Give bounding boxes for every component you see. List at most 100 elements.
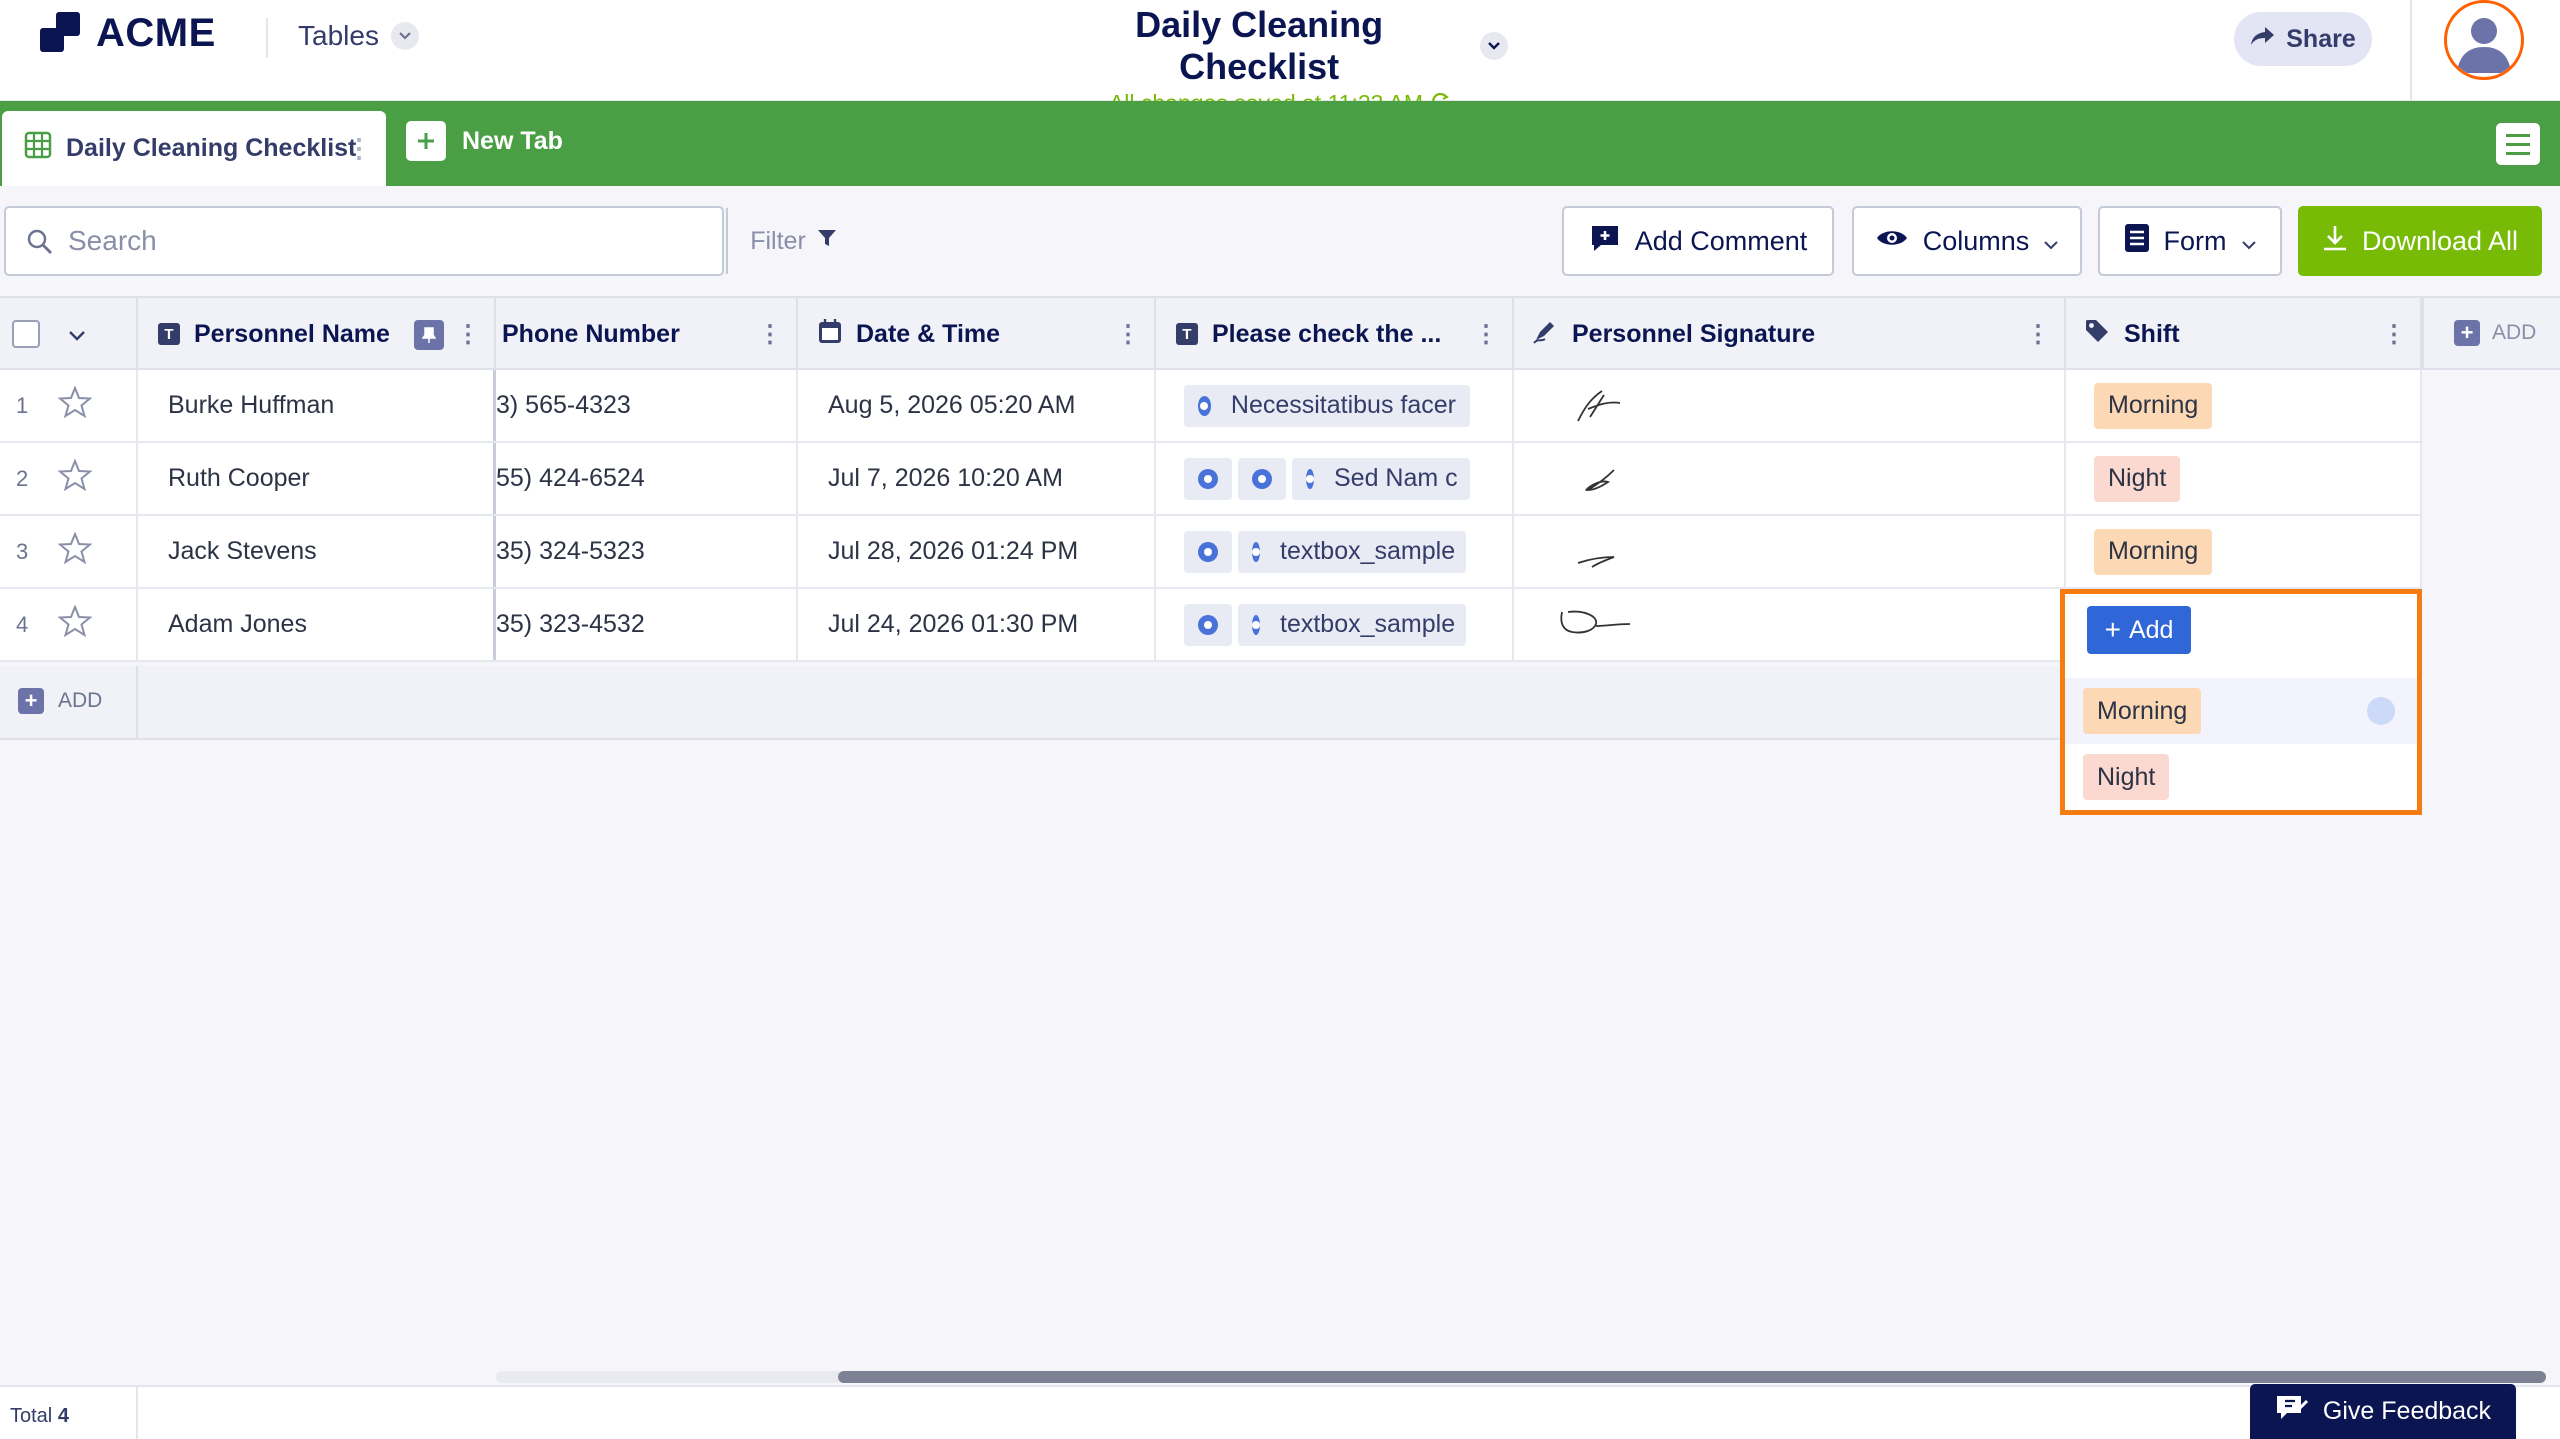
add-option-button[interactable]: + Add — [2087, 606, 2191, 654]
radio-icon — [1198, 395, 1211, 416]
column-menu-icon[interactable]: ⋮ — [2026, 320, 2050, 349]
download-icon — [2322, 224, 2348, 259]
search-input[interactable] — [68, 222, 648, 260]
chevron-down-icon — [390, 22, 419, 50]
logo-mark-icon — [40, 10, 86, 56]
form-chevron-down-icon — [2241, 226, 2257, 257]
check-chip — [1238, 457, 1286, 500]
add-column-label: ADD — [2492, 321, 2537, 344]
download-all-button[interactable]: Download All — [2298, 206, 2542, 276]
column-menu-icon[interactable]: ⋮ — [2382, 320, 2406, 349]
title-chevron-down-icon[interactable] — [1480, 32, 1508, 60]
tab-daily-cleaning-checklist[interactable]: Daily Cleaning Checklist ⋮ — [2, 111, 386, 186]
signature-image — [1577, 555, 1615, 568]
column-menu-icon[interactable]: ⋮ — [1116, 320, 1140, 349]
column-header-personnel-signature[interactable]: Personnel Signature ⋮ — [1514, 298, 2066, 370]
column-menu-icon[interactable]: ⋮ — [1474, 320, 1498, 349]
option-radio[interactable] — [2367, 697, 2395, 725]
cell-personnel-name[interactable]: Adam Jones — [138, 589, 496, 660]
cell-phone[interactable]: 3) 565-4323 — [496, 370, 798, 441]
row-number: 4 — [16, 611, 29, 637]
tab-options-icon[interactable]: ⋮ — [346, 133, 372, 164]
table-row[interactable]: 4 Adam Jones 35) 323-4532 Jul 24, 2026 0… — [0, 589, 2422, 662]
star-icon[interactable] — [57, 385, 93, 425]
cell-phone[interactable]: 55) 424-6524 — [496, 443, 798, 514]
column-label: Personnel Signature — [1572, 319, 1816, 348]
cell-signature[interactable] — [1514, 516, 2066, 587]
star-icon[interactable] — [57, 458, 93, 498]
column-header-personnel-name[interactable]: T Personnel Name ⋮ — [138, 298, 496, 370]
page-title[interactable]: Daily Cleaning Checklist — [1052, 4, 1466, 88]
columns-button[interactable]: Columns — [1852, 206, 2082, 276]
cell-text: Jul 28, 2026 01:24 PM — [828, 537, 1079, 565]
row-number: 3 — [16, 538, 29, 564]
cell-personnel-name[interactable]: Burke Huffman — [138, 370, 496, 441]
select-all-checkbox[interactable] — [12, 320, 40, 348]
column-header-shift[interactable]: Shift ⋮ — [2066, 298, 2422, 370]
tables-nav-label: Tables — [298, 20, 379, 51]
cell-personnel-name[interactable]: Jack Stevens — [138, 516, 496, 587]
cell-personnel-name[interactable]: Ruth Cooper — [138, 443, 496, 514]
plus-icon: + — [2454, 320, 2480, 346]
new-tab-button[interactable]: New Tab — [406, 121, 563, 161]
cell-signature[interactable] — [1514, 589, 2066, 660]
dropdown-option-night[interactable]: Night — [2065, 744, 2417, 810]
cell-check[interactable]: textbox_sample — [1156, 589, 1514, 660]
add-row-button[interactable]: + ADD — [18, 688, 102, 714]
tab-label: Daily Cleaning Checklist — [66, 134, 357, 162]
cell-date-time[interactable]: Jul 24, 2026 01:30 PM — [798, 589, 1156, 660]
text-type-icon: T — [158, 323, 180, 345]
star-icon[interactable] — [57, 604, 93, 644]
add-column-button[interactable]: + ADD — [2422, 296, 2560, 370]
cell-shift[interactable]: Night — [2066, 443, 2422, 514]
scrollbar-thumb[interactable] — [838, 1371, 2546, 1383]
add-comment-button[interactable]: Add Comment — [1562, 206, 1834, 276]
cell-check[interactable]: Sed Nam c — [1156, 443, 1514, 514]
cell-signature[interactable] — [1514, 370, 2066, 441]
text-type-icon: T — [1176, 323, 1198, 345]
cell-signature[interactable] — [1514, 443, 2066, 514]
table-row[interactable]: 3 Jack Stevens 35) 324-5323 Jul 28, 2026… — [0, 516, 2422, 589]
cell-phone[interactable]: 35) 324-5323 — [496, 516, 798, 587]
tables-nav-dropdown[interactable]: Tables — [298, 20, 419, 52]
column-menu-icon[interactable]: ⋮ — [456, 320, 480, 349]
chip-text: Sed Nam c — [1334, 464, 1458, 492]
cell-date-time[interactable]: Aug 5, 2026 05:20 AM — [798, 370, 1156, 441]
cell-check[interactable]: textbox_sample — [1156, 516, 1514, 587]
cell-check[interactable]: Necessitatibus facer — [1156, 370, 1514, 441]
column-header-check[interactable]: T Please check the ... ⋮ — [1156, 298, 1514, 370]
cell-shift[interactable]: Morning — [2066, 370, 2422, 441]
cell-text: Jack Stevens — [168, 537, 317, 565]
signature-pen-icon — [1532, 318, 1558, 351]
check-chip — [1184, 457, 1232, 500]
table-row[interactable]: 2 Ruth Cooper 55) 424-6524 Jul 7, 2026 1… — [0, 443, 2422, 516]
cell-date-time[interactable]: Jul 7, 2026 10:20 AM — [798, 443, 1156, 514]
horizontal-scrollbar[interactable] — [496, 1371, 2546, 1383]
form-button[interactable]: Form — [2098, 206, 2282, 276]
cell-text: Ruth Cooper — [168, 464, 310, 492]
logo[interactable]: ACME — [40, 10, 216, 56]
column-label: Phone Number — [502, 319, 680, 348]
filter-button[interactable]: Filter — [726, 208, 860, 274]
give-feedback-button[interactable]: Give Feedback — [2250, 1384, 2516, 1439]
select-options-chevron-icon[interactable] — [68, 320, 86, 349]
search-icon — [26, 228, 54, 261]
cell-shift[interactable]: Morning — [2066, 516, 2422, 587]
cell-text: Jul 24, 2026 01:30 PM — [828, 610, 1079, 638]
column-header-phone-number[interactable]: Phone Number ⋮ — [496, 298, 798, 370]
star-icon[interactable] — [57, 531, 93, 571]
cell-phone[interactable]: 35) 323-4532 — [496, 589, 798, 660]
user-avatar[interactable] — [2444, 0, 2524, 80]
select-all-cell — [0, 298, 138, 370]
column-label: Shift — [2124, 319, 2180, 348]
cell-date-time[interactable]: Jul 28, 2026 01:24 PM — [798, 516, 1156, 587]
radio-icon — [1252, 541, 1260, 562]
hamburger-menu-icon[interactable] — [2496, 123, 2540, 165]
column-menu-icon[interactable]: ⋮ — [758, 320, 782, 349]
table-row[interactable]: 1 Burke Huffman 3) 565-4323 Aug 5, 2026 … — [0, 370, 2422, 443]
dropdown-option-morning[interactable]: Morning — [2065, 678, 2417, 744]
row-number: 1 — [16, 392, 29, 418]
column-header-date-time[interactable]: Date & Time ⋮ — [798, 298, 1156, 370]
pin-icon[interactable] — [414, 320, 444, 350]
share-button[interactable]: Share — [2234, 12, 2372, 66]
